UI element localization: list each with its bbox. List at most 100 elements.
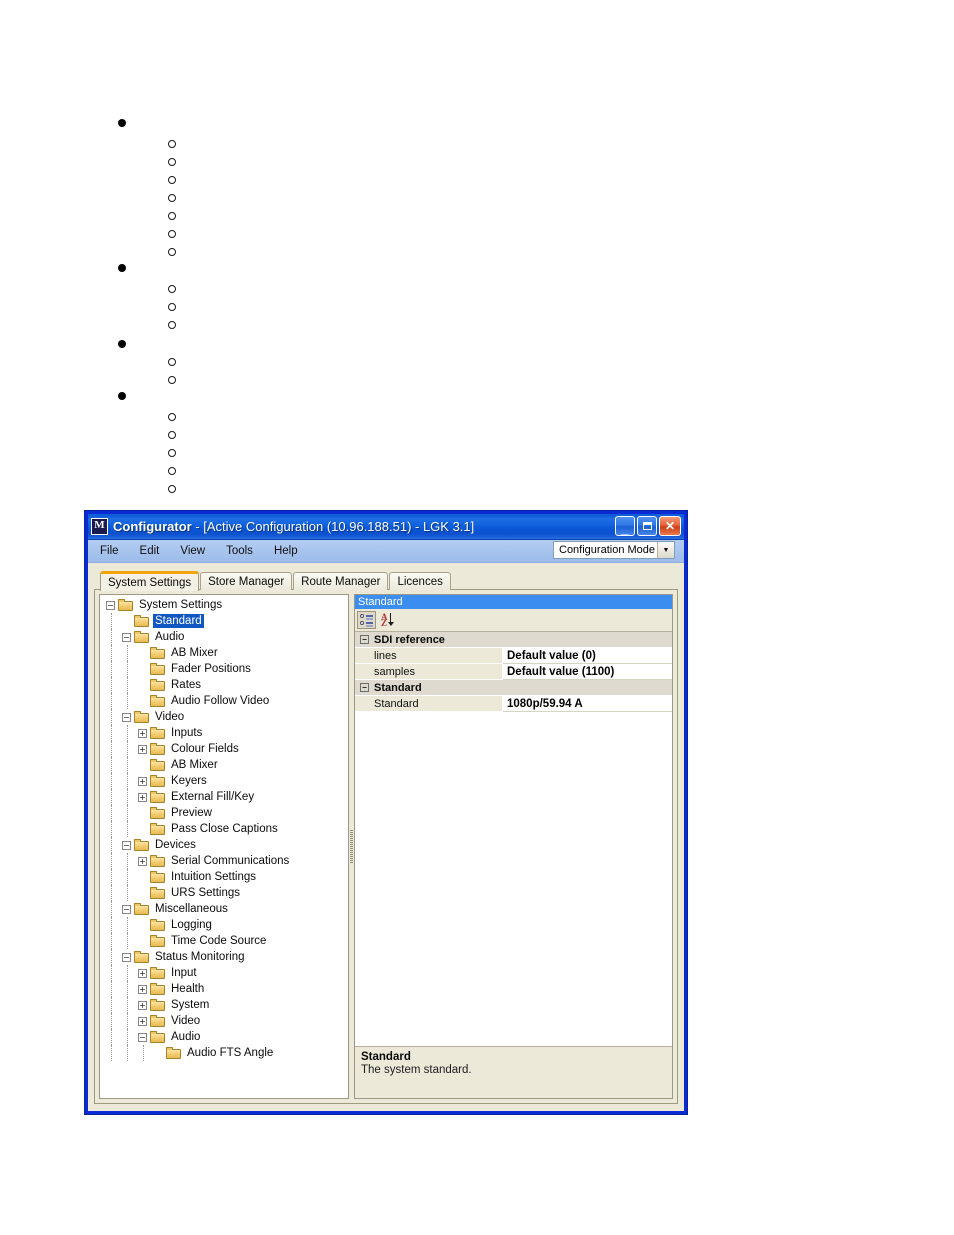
tree-item-input[interactable]: + Input [102,965,348,981]
tree-item-rates[interactable]: Rates [102,677,348,693]
tree-item-label: Audio [155,631,185,643]
folder-icon [134,951,149,963]
property-category-row[interactable]: − SDI reference [355,632,672,648]
tree-expander-plus-icon[interactable]: + [138,1016,147,1026]
folder-icon [150,967,165,979]
menu-item-file[interactable]: File [91,543,128,559]
tree-expander-plus-icon[interactable]: + [138,776,147,786]
tree-item-label: AB Mixer [171,647,218,659]
bullet-level2 [168,467,176,475]
mode-select[interactable]: Configuration Mode ▼ [553,541,675,559]
tree-item-standard[interactable]: Standard [102,613,348,629]
menu-item-tools[interactable]: Tools [217,543,262,559]
title-bar[interactable]: M Configurator - [Active Configuration (… [88,514,684,540]
tree-expander-placeholder [138,681,147,690]
tree-item-audio[interactable]: − Audio [102,1029,348,1045]
tree-expander-placeholder [138,697,147,706]
tree-item-keyers[interactable]: + Keyers [102,773,348,789]
tree-expander-plus-icon[interactable]: + [138,968,147,978]
tree-item-health[interactable]: + Health [102,981,348,997]
tree-item-time-code-source[interactable]: Time Code Source [102,933,348,949]
tab-store-manager[interactable]: Store Manager [200,572,293,590]
tree-item-label: Devices [155,839,196,851]
tree-item-audio-fts-angle[interactable]: Audio FTS Angle [102,1045,348,1061]
property-value[interactable]: 1080p/59.94 A [503,696,672,712]
tree-item-system-settings[interactable]: − System Settings [102,597,348,613]
bullet-level1 [118,392,126,400]
window-client-frame: M Configurator - [Active Configuration (… [88,514,684,1111]
tab-system-settings[interactable]: System Settings [100,571,200,591]
tree-item-status-monitoring[interactable]: − Status Monitoring [102,949,348,965]
tree-expander-placeholder [138,889,147,898]
tree-guide-line [111,933,112,949]
category-collapse-icon[interactable]: − [360,683,369,692]
tab-route-manager[interactable]: Route Manager [293,572,389,590]
property-row[interactable]: samples Default value (1100) [355,664,672,680]
tree-item-colour-fields[interactable]: + Colour Fields [102,741,348,757]
close-button[interactable]: ✕ [659,516,681,536]
tree-item-external-fill-key[interactable]: + External Fill/Key [102,789,348,805]
tree-expander-plus-icon[interactable]: + [138,728,147,738]
tree-item-devices[interactable]: − Devices [102,837,348,853]
close-icon: ✕ [664,519,676,533]
tree-expander-placeholder [138,921,147,930]
categorized-view-button[interactable] [357,611,376,629]
tree-item-urs-settings[interactable]: URS Settings [102,885,348,901]
tree-guide-line [127,965,128,981]
tree-item-label: Input [171,967,197,979]
tree-expander-minus-icon[interactable]: − [122,632,131,642]
tree-item-video[interactable]: − Video [102,709,348,725]
menu-item-help[interactable]: Help [265,543,307,559]
tree-item-ab-mixer[interactable]: AB Mixer [102,645,348,661]
tree-guide-line [111,901,112,917]
alphabetical-sort-button[interactable]: A Z [379,611,398,629]
tree-expander-minus-icon[interactable]: − [138,1032,147,1042]
bullet-level2 [168,376,176,384]
maximize-button[interactable] [637,516,657,536]
chevron-down-icon[interactable]: ▼ [657,542,674,558]
tree-item-audio[interactable]: − Audio [102,629,348,645]
tree-item-fader-positions[interactable]: Fader Positions [102,661,348,677]
tree-guide-line [127,933,128,949]
folder-icon [150,919,165,931]
minimize-button[interactable]: _ [615,516,635,536]
folder-icon [134,711,149,723]
tree-item-serial-communications[interactable]: + Serial Communications [102,853,348,869]
property-row[interactable]: lines Default value (0) [355,648,672,664]
settings-tree[interactable]: − System Settings Standard − Audio AB Mixer Fa… [99,594,349,1099]
folder-icon [134,615,149,627]
tree-expander-minus-icon[interactable]: − [122,712,131,722]
tree-expander-plus-icon[interactable]: + [138,792,147,802]
tab-licences[interactable]: Licences [389,572,451,590]
tree-item-system[interactable]: + System [102,997,348,1013]
category-collapse-icon[interactable]: − [360,635,369,644]
tree-expander-minus-icon[interactable]: − [122,840,131,850]
tree-item-preview[interactable]: Preview [102,805,348,821]
tree-item-miscellaneous[interactable]: − Miscellaneous [102,901,348,917]
menu-item-edit[interactable]: Edit [131,543,169,559]
tree-expander-minus-icon[interactable]: − [106,600,115,610]
tree-expander-plus-icon[interactable]: + [138,1000,147,1010]
tree-guide-line [111,757,112,773]
property-row[interactable]: Standard 1080p/59.94 A [355,696,672,712]
tree-expander-minus-icon[interactable]: − [122,952,131,962]
tree-expander-minus-icon[interactable]: − [122,904,131,914]
tree-expander-plus-icon[interactable]: + [138,984,147,994]
property-value[interactable]: Default value (1100) [503,664,672,680]
property-value[interactable]: Default value (0) [503,648,672,664]
tree-item-pass-close-captions[interactable]: Pass Close Captions [102,821,348,837]
tree-item-ab-mixer[interactable]: AB Mixer [102,757,348,773]
property-category-row[interactable]: − Standard [355,680,672,696]
tree-item-audio-follow-video[interactable]: Audio Follow Video [102,693,348,709]
tree-item-inputs[interactable]: + Inputs [102,725,348,741]
tree-item-video[interactable]: + Video [102,1013,348,1029]
tree-item-label: System [171,999,210,1011]
folder-icon [150,663,165,675]
tree-expander-placeholder [138,665,147,674]
tree-item-logging[interactable]: Logging [102,917,348,933]
tree-expander-plus-icon[interactable]: + [138,744,147,754]
tree-item-intuition-settings[interactable]: Intuition Settings [102,869,348,885]
tree-expander-plus-icon[interactable]: + [138,856,147,866]
tree-item-label: Audio FTS Angle [187,1047,274,1059]
menu-item-view[interactable]: View [171,543,214,559]
